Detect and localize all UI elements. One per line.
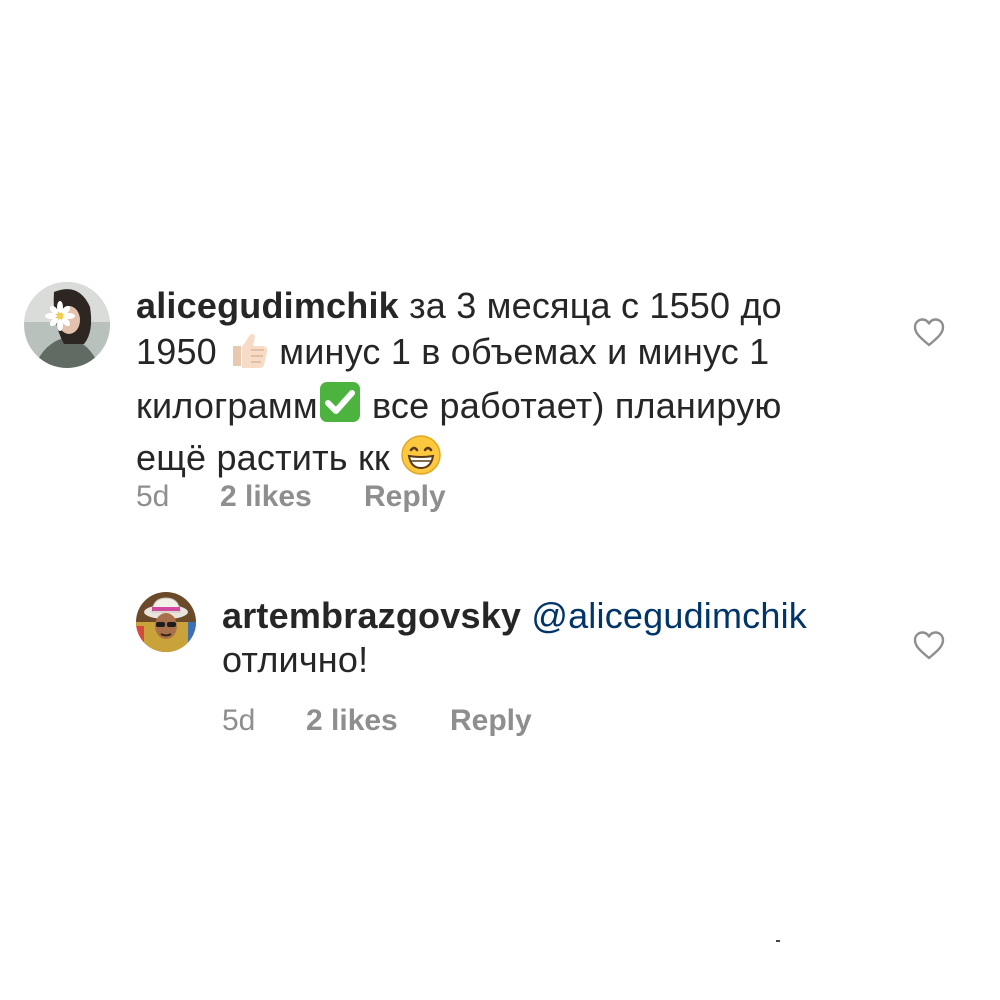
mention-link[interactable]: @alicegudimchik xyxy=(531,595,807,636)
comment-text-part: 1950 xyxy=(136,331,228,372)
comment-meta: 5d 2 likes Reply xyxy=(136,480,446,514)
comment-text-part: ещё растить кк xyxy=(136,437,401,478)
username-link[interactable]: artembrazgovsky xyxy=(222,595,521,636)
heart-icon[interactable] xyxy=(912,629,946,663)
comment-text-part: все работает) планирую xyxy=(361,385,782,426)
avatar-alicegudimchik[interactable] xyxy=(24,282,110,368)
grinning-face-emoji-icon xyxy=(400,434,442,486)
comment-text-part: за 3 месяца с 1550 до xyxy=(398,285,782,326)
comment-text: alicegudimchik за 3 месяца с 1550 до 195… xyxy=(136,284,876,486)
likes-count-button[interactable]: 2 likes xyxy=(220,480,364,514)
comment-time: 5d xyxy=(222,704,256,737)
avatar-artembrazgovsky[interactable] xyxy=(136,592,196,652)
heart-icon[interactable] xyxy=(912,316,946,350)
comment-text-part: минус 1 в объемах и минус 1 xyxy=(269,331,770,372)
comment-text: artembrazgovsky @alicegudimchik отлично! xyxy=(222,594,882,682)
comment-time: 5d xyxy=(136,480,170,513)
reply-button[interactable]: Reply xyxy=(450,704,532,738)
comment-meta: 5d 2 likes Reply xyxy=(222,704,532,738)
check-mark-emoji-icon xyxy=(318,380,362,434)
comment-text-part: отлично! xyxy=(222,639,369,680)
decorative-dot xyxy=(776,940,780,942)
thumbs-up-emoji-icon xyxy=(227,328,269,380)
comment-text-part: килограмм xyxy=(136,385,318,426)
reply-button[interactable]: Reply xyxy=(364,480,446,514)
likes-count-button[interactable]: 2 likes xyxy=(306,704,450,738)
username-link[interactable]: alicegudimchik xyxy=(136,285,399,326)
